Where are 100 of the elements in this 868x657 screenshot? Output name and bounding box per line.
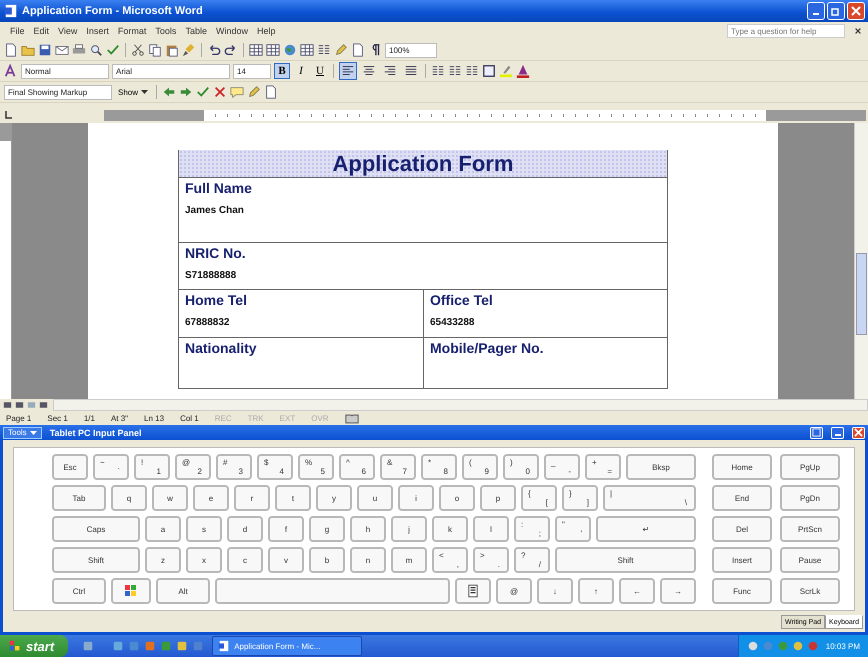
virtual-key[interactable]: w <box>152 485 188 511</box>
vertical-scrollbar[interactable] <box>854 123 868 399</box>
virtual-key[interactable]: Caps <box>52 516 140 542</box>
menu-item[interactable]: Help <box>252 26 280 36</box>
virtual-key[interactable]: i <box>398 485 434 511</box>
virtual-key[interactable]: PrtScn <box>780 516 840 542</box>
virtual-key[interactable]: k <box>432 516 468 542</box>
cross-icon[interactable] <box>213 85 228 99</box>
restore-button[interactable] <box>827 2 845 20</box>
markup-dropdown[interactable]: Final Showing Markup <box>4 84 112 100</box>
pencil-icon[interactable] <box>247 85 262 99</box>
check-icon[interactable] <box>106 43 120 57</box>
virtual-key[interactable]: " ' <box>555 516 591 542</box>
underline-button[interactable]: U <box>312 63 328 79</box>
pencil-icon[interactable] <box>334 43 348 57</box>
font-color-icon[interactable] <box>516 64 530 78</box>
virtual-key[interactable]: _ - <box>544 454 580 480</box>
clipboard-icon[interactable] <box>165 43 179 57</box>
table-icon[interactable] <box>300 43 314 57</box>
virtual-key[interactable]: : ; <box>514 516 550 542</box>
virtual-key[interactable]: Shift <box>555 547 696 573</box>
virtual-key[interactable]: < , <box>432 547 468 573</box>
tools-menu-button[interactable]: Tools <box>3 426 42 438</box>
virtual-key[interactable]: # 3 <box>216 454 252 480</box>
virtual-key[interactable]: n <box>350 547 386 573</box>
columns-icon[interactable] <box>317 43 331 57</box>
virtual-key[interactable]: p <box>480 485 516 511</box>
arrow-right-icon[interactable] <box>179 85 194 99</box>
virtual-key[interactable]: y <box>316 485 352 511</box>
virtual-key[interactable]: c <box>227 547 263 573</box>
font-size-dropdown[interactable]: 14 <box>233 64 271 78</box>
virtual-key[interactable]: a <box>145 516 181 542</box>
virtual-key[interactable]: } ] <box>562 485 598 511</box>
menu-item[interactable]: View <box>54 26 82 36</box>
virtual-key[interactable]: Ctrl <box>52 578 106 604</box>
brush-icon[interactable] <box>182 43 196 57</box>
horizontal-scrollbar[interactable] <box>53 399 868 411</box>
virtual-key[interactable]: e <box>193 485 229 511</box>
copy-icon[interactable] <box>148 43 162 57</box>
menu-item[interactable]: File <box>6 26 29 36</box>
close-button[interactable] <box>847 2 865 20</box>
virtual-key[interactable]: Insert <box>712 547 772 573</box>
virtual-key[interactable]: z <box>145 547 181 573</box>
virtual-key[interactable]: $ 4 <box>257 454 293 480</box>
virtual-key[interactable]: PgUp <box>780 454 840 480</box>
show-button[interactable]: Show <box>115 88 152 96</box>
virtual-key[interactable]: Shift <box>52 547 140 573</box>
columns-icon[interactable] <box>431 64 445 78</box>
scissors-icon[interactable] <box>131 43 145 57</box>
virtual-key[interactable]: ( 9 <box>462 454 498 480</box>
magnifier-icon[interactable] <box>89 43 103 57</box>
taskbar-button[interactable]: Application Form - Mic... <box>212 636 362 656</box>
quick-launch-icon[interactable] <box>176 640 188 652</box>
close-icon[interactable] <box>854 27 862 35</box>
virtual-key[interactable]: ↑ <box>578 578 614 604</box>
virtual-key[interactable]: Pause <box>780 547 840 573</box>
page-icon[interactable] <box>4 43 18 57</box>
virtual-key[interactable]: ~ ` <box>93 454 129 480</box>
check-icon[interactable] <box>196 85 210 99</box>
virtual-key[interactable]: Func <box>712 578 772 604</box>
table-icon[interactable] <box>249 43 263 57</box>
virtual-key[interactable]: t <box>275 485 311 511</box>
virtual-key[interactable]: ← <box>619 578 655 604</box>
virtual-key[interactable]: @ <box>496 578 532 604</box>
styles-icon[interactable] <box>4 64 18 78</box>
menu-item[interactable]: Edit <box>30 26 54 36</box>
virtual-key[interactable]: PgDn <box>780 485 840 511</box>
columns-icon[interactable] <box>465 64 479 78</box>
table-icon[interactable] <box>266 43 280 57</box>
menu-item[interactable]: Window <box>212 26 252 36</box>
virtual-key[interactable]: j <box>391 516 427 542</box>
virtual-key[interactable]: ! 1 <box>134 454 170 480</box>
page-icon[interactable] <box>351 43 365 57</box>
view-button-icon[interactable] <box>2 400 13 410</box>
virtual-key[interactable]: + = <box>585 454 621 480</box>
menu-key[interactable] <box>455 578 491 604</box>
virtual-key[interactable]: | \ <box>603 485 696 511</box>
virtual-key[interactable]: > . <box>473 547 509 573</box>
virtual-key[interactable]: * 8 <box>421 454 457 480</box>
view-button-icon[interactable] <box>38 400 49 410</box>
view-button-icon[interactable] <box>14 400 25 410</box>
virtual-key[interactable]: s <box>186 516 222 542</box>
zoom-dropdown[interactable]: 100% <box>385 42 437 58</box>
virtual-key[interactable]: ↓ <box>537 578 573 604</box>
page-icon[interactable] <box>264 85 278 99</box>
virtual-key[interactable]: Alt <box>156 578 210 604</box>
virtual-key[interactable]: % 5 <box>298 454 334 480</box>
menu-item[interactable]: Table <box>181 26 211 36</box>
virtual-key[interactable]: r <box>234 485 270 511</box>
virtual-key[interactable]: h <box>350 516 386 542</box>
menu-item[interactable]: Format <box>114 26 150 36</box>
menu-item[interactable]: Tools <box>151 26 180 36</box>
virtual-key[interactable]: x <box>186 547 222 573</box>
virtual-key[interactable]: d <box>227 516 263 542</box>
virtual-key[interactable]: @ 2 <box>175 454 211 480</box>
menu-item[interactable]: Insert <box>82 26 113 36</box>
virtual-key[interactable]: Tab <box>52 485 106 511</box>
virtual-key[interactable]: g <box>309 516 345 542</box>
virtual-key[interactable]: & 7 <box>380 454 416 480</box>
virtual-key[interactable]: ↵ <box>596 516 696 542</box>
